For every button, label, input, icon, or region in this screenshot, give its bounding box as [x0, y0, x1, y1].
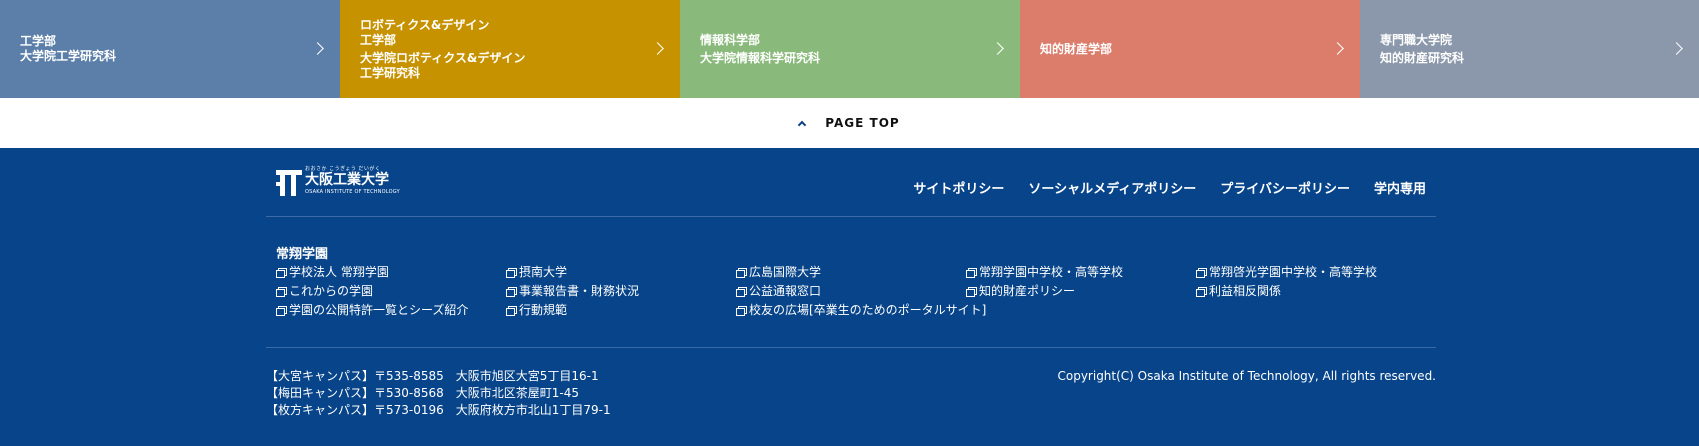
group-link[interactable]: 摂南大学 — [506, 265, 736, 280]
university-logo[interactable]: おおさか こうぎょう だいがく 大阪工業大学 OSAKA INSTITUTE O… — [276, 166, 400, 196]
site-footer: おおさか こうぎょう だいがく 大阪工業大学 OSAKA INSTITUTE O… — [0, 148, 1699, 446]
campus-address: 【枚方キャンパス】〒573-0196 大阪府枚方市北山1丁目79-1 — [266, 403, 611, 417]
external-link-icon — [506, 268, 517, 278]
group-link-label: 知的財産ポリシー — [979, 284, 1076, 298]
faculty-label: 大学院工学研究科 — [20, 49, 117, 63]
divider — [266, 347, 1436, 348]
group-link-label: 常翔啓光学園中学校・高等学校 — [1209, 265, 1378, 279]
faculty-label: 知的財産学部 — [1040, 41, 1113, 56]
chevron-up-icon — [798, 120, 807, 130]
faculty-label: 大学院情報科学研究科 — [700, 50, 821, 65]
faculty-label: 知的財産研究科 — [1380, 50, 1465, 65]
faculty-link-professional-graduate[interactable]: 専門職大学院 知的財産研究科 — [1360, 0, 1699, 98]
faculty-link-robotics-design[interactable]: ロボティクス&デザイン 工学部 大学院ロボティクス&デザイン 工学研究科 — [340, 0, 680, 98]
faculty-link-information-science[interactable]: 情報科学部 大学院情報科学研究科 — [680, 0, 1020, 98]
group-link[interactable]: 広島国際大学 — [736, 265, 966, 280]
site-policy-link[interactable]: サイトポリシー — [913, 178, 1004, 197]
faculty-label: 大学院ロボティクス&デザイン — [360, 50, 526, 65]
logo-name: 大阪工業大学 — [305, 172, 389, 188]
group-link-label: 学校法人 常翔学園 — [289, 265, 389, 279]
chevron-right-icon — [1670, 42, 1683, 55]
group-link[interactable]: 校友の広場[卒業生のためのポータルサイト] — [736, 303, 986, 318]
faculty-nav: 工学部 大学院工学研究科 ロボティクス&デザイン 工学部 大学院ロボティクス&デ… — [0, 0, 1699, 98]
external-link-icon — [1196, 268, 1207, 278]
external-link-icon — [506, 287, 517, 297]
internal-only-link[interactable]: 学内専用 — [1374, 178, 1426, 197]
campus-addresses: 【大宮キャンパス】〒535-8585 大阪市旭区大宮5丁目16-1 【梅田キャン… — [266, 368, 611, 419]
group-link-label: 校友の広場[卒業生のためのポータルサイト] — [749, 303, 987, 317]
group-link-label: これからの学園 — [289, 284, 374, 298]
faculty-label: 工学部 — [360, 32, 397, 47]
faculty-label: 専門職大学院 — [1380, 32, 1453, 47]
page-top-label: PAGE TOP — [825, 116, 900, 130]
chevron-right-icon — [991, 42, 1004, 55]
logo-english: OSAKA INSTITUTE OF TECHNOLOGY — [305, 189, 400, 195]
faculty-label: ロボティクス&デザイン — [360, 17, 490, 32]
page-top-button[interactable]: PAGE TOP — [0, 98, 1699, 148]
chevron-right-icon — [311, 42, 324, 55]
faculty-label: 情報科学部 — [700, 32, 761, 47]
external-link-icon — [276, 268, 287, 278]
group-link[interactable]: 常翔学園中学校・高等学校 — [966, 265, 1196, 280]
copyright: Copyright(C) Osaka Institute of Technolo… — [1057, 369, 1436, 383]
logo-mark-icon — [276, 170, 302, 196]
social-media-policy-link[interactable]: ソーシャルメディアポリシー — [1028, 178, 1196, 197]
group-link[interactable]: 利益相反関係 — [1196, 284, 1426, 299]
group-link[interactable]: 学校法人 常翔学園 — [276, 265, 506, 280]
campus-address: 【大宮キャンパス】〒535-8585 大阪市旭区大宮5丁目16-1 — [266, 369, 599, 383]
faculty-link-intellectual-property[interactable]: 知的財産学部 — [1020, 0, 1360, 98]
group-link[interactable]: 学園の公開特許一覧とシーズ紹介 — [276, 303, 506, 318]
external-link-icon — [1196, 287, 1207, 297]
group-link-label: 公益通報窓口 — [749, 284, 822, 298]
group-link[interactable]: 知的財産ポリシー — [966, 284, 1196, 299]
divider — [266, 216, 1436, 217]
policy-nav: サイトポリシー ソーシャルメディアポリシー プライバシーポリシー 学内専用 — [913, 178, 1426, 197]
group-link-label: 行動規範 — [519, 303, 568, 317]
group-link[interactable]: これからの学園 — [276, 284, 506, 299]
faculty-label: 工学部 — [20, 34, 57, 48]
external-link-icon — [966, 287, 977, 297]
chevron-right-icon — [1331, 42, 1344, 55]
external-link-icon — [736, 287, 747, 297]
external-link-icon — [506, 306, 517, 316]
group-link-label: 常翔学園中学校・高等学校 — [979, 265, 1124, 279]
group-link-label: 学園の公開特許一覧とシーズ紹介 — [289, 303, 469, 317]
group-link-label: 事業報告書・財務状況 — [519, 284, 640, 298]
group-link[interactable]: 公益通報窓口 — [736, 284, 966, 299]
group-title: 常翔学園 — [276, 247, 329, 262]
external-link-icon — [736, 268, 747, 278]
group-link[interactable]: 事業報告書・財務状況 — [506, 284, 736, 299]
group-link-label: 広島国際大学 — [749, 265, 822, 279]
external-link-icon — [966, 268, 977, 278]
group-link[interactable]: 行動規範 — [506, 303, 736, 318]
group-links: 学校法人 常翔学園 摂南大学 広島国際大学 常翔学園中学校・高等学校 常翔啓光学… — [276, 265, 1436, 318]
campus-address: 【梅田キャンパス】〒530-8568 大阪市北区茶屋町1-45 — [266, 386, 580, 400]
faculty-label: 工学研究科 — [360, 65, 421, 80]
external-link-icon — [736, 306, 747, 316]
faculty-link-engineering[interactable]: 工学部 大学院工学研究科 — [0, 0, 340, 98]
group-link-label: 摂南大学 — [519, 265, 568, 279]
privacy-policy-link[interactable]: プライバシーポリシー — [1220, 178, 1350, 197]
external-link-icon — [276, 287, 287, 297]
external-link-icon — [276, 306, 287, 316]
chevron-right-icon — [651, 42, 664, 55]
group-link-label: 利益相反関係 — [1209, 284, 1282, 298]
group-link[interactable]: 常翔啓光学園中学校・高等学校 — [1196, 265, 1426, 280]
